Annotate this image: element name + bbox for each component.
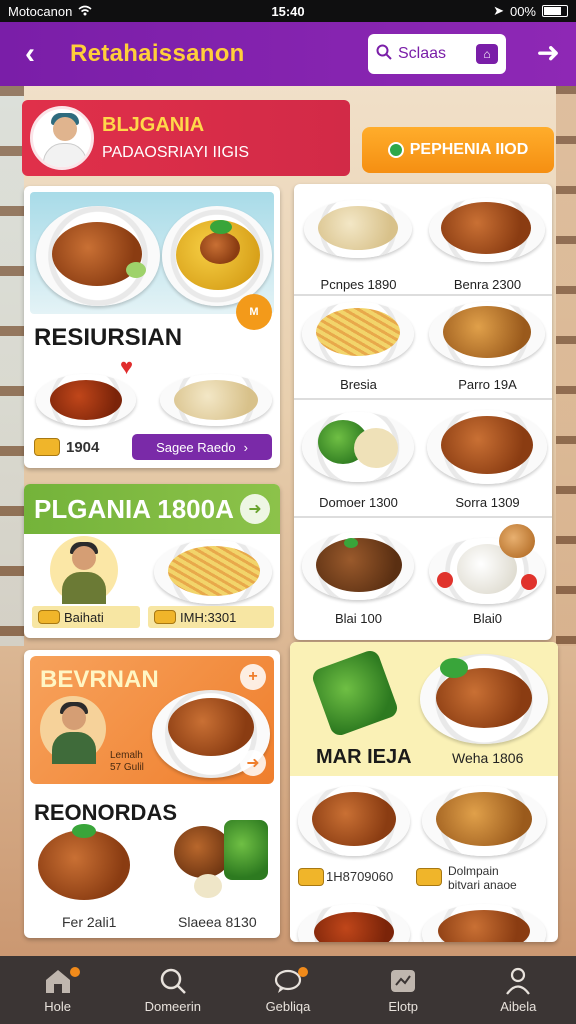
reonordas-item1: Fer 2ali1 [62,914,117,930]
tab-label: Hole [44,998,71,1014]
dish-item[interactable]: Parro 19A [423,284,552,398]
plgania-header: PLGANIA 1800A ➜ [24,484,280,534]
wallet-icon [38,610,60,624]
avatar [30,106,94,170]
tab-label: Elotp [388,998,418,1014]
reonordas-title: REONORDAS [34,800,178,825]
plgania-code: IMH:3301 [180,609,237,625]
hero-image [30,192,274,314]
order-button-label: Sagee Raedo [156,439,236,455]
bevrnan-card[interactable]: BEVRNAN + Lemalh 57 Gulil ➜ REONORDAS Fe… [24,650,280,938]
tag-icon [388,967,418,995]
dish-item[interactable]: Benra 2300 [423,184,552,298]
user-icon [503,967,533,995]
app-header: ‹ Retahaissanon Sclaas ⌂ ➜ [0,22,576,86]
dish-item[interactable]: Blai 100 [294,518,423,632]
home-icon: ⌂ [476,44,498,64]
background-window [0,86,24,646]
wallet-icon [416,868,442,886]
profile-subtitle: PADAOSRIAYI IIGIS [102,144,249,161]
restaurant-title: RESIURSIAN [34,324,183,351]
dish-item[interactable]: Blai0 [423,518,552,632]
dish-label: Blai0 [473,611,502,626]
status-bar: Motocanon 15:40 ➤ 00% [0,0,576,22]
forward-button[interactable]: ➜ [537,36,560,69]
battery-icon [542,5,568,17]
clock: 15:40 [271,3,305,19]
bevrnan-sub1: Lemalh [110,750,143,761]
notification-dot [69,966,80,977]
search-button[interactable]: Sclaas ⌂ [368,34,506,74]
app-title: Retahaissanon [70,40,245,67]
dish-item[interactable]: Pcnpes 1890 [294,184,423,298]
dish-label: Parro 19A [458,377,517,392]
plgania-code-tag: IMH:3301 [148,606,274,628]
home-icon [43,967,73,995]
background-wall [556,86,576,646]
search-icon [158,967,188,995]
grid-divider [294,398,552,400]
plus-icon[interactable]: + [240,664,266,690]
arrow-right-icon[interactable]: ➜ [240,750,266,776]
dish-grid: Pcnpes 1890 Benra 2300 Bresia Parro 19A … [294,184,552,640]
restaurant-card[interactable]: M RESIURSIAN ♥ 1904 Sagee Raedo › [24,186,280,468]
marieja-banner: MAR IEJA Weha 1806 [290,642,558,776]
marieja-desc1: Dolmpain [448,864,499,878]
marieja-title: MAR IEJA [316,746,412,768]
chef-avatar [50,536,118,604]
tab-profile[interactable]: Aibela [470,967,566,1014]
arrow-right-icon[interactable]: ➜ [240,494,270,524]
dish-label: Sorra 1309 [455,495,520,510]
marieja-code: 1H8709060 [326,869,394,884]
tab-chat[interactable]: Gebliqa [240,966,336,1014]
profile-name: BLJGANIA [102,114,205,136]
marieja-desc2: bitvari anaoe [448,878,517,892]
chevron-left-icon: ‹ [25,37,35,70]
tab-search[interactable]: Domeerin [125,967,221,1014]
tab-label: Gebliqa [265,998,311,1014]
promo-button[interactable]: PEPHENIA IIOD [362,127,554,173]
search-icon [376,44,392,65]
promo-dot-icon [387,142,404,158]
restaurant-badge: M [236,294,272,330]
dish-item[interactable]: Bresia [294,284,423,398]
server-avatar [40,696,106,764]
chevron-right-icon: › [243,439,248,455]
tab-label: Domeerin [144,998,201,1014]
dish-label: Bresia [340,377,377,392]
notification-dot [297,966,308,977]
chef-tag: Baihati [32,606,140,628]
dish-label: Blai 100 [335,611,382,626]
bevrnan-sub2: 57 Gulil [110,762,144,773]
promo-label: PEPHENIA IIOD [409,141,529,158]
reonordas-item2: Slaeea 8130 [178,914,257,930]
search-label: Sclaas [398,45,447,62]
dish-item[interactable]: Sorra 1309 [423,402,552,516]
wallet-icon [298,868,324,886]
dish-item[interactable]: Domoer 1300 [294,402,423,516]
wallet-icon [154,610,176,624]
profile-banner[interactable]: BLJGANIA PADAOSRIAYI IIGIS [22,100,350,176]
tab-tag[interactable]: Elotp [355,967,451,1014]
chef-name: Baihati [64,609,104,625]
order-button[interactable]: Sagee Raedo › [132,434,272,460]
tab-label: Aibela [500,998,537,1014]
tab-home[interactable]: Hole [10,966,106,1014]
bevrnan-title: BEVRNAN [40,666,159,693]
heart-icon[interactable]: ♥ [120,354,133,380]
bottom-tab-bar: Hole Domeerin Gebliqa Elotp Aibela [0,956,576,1024]
plgania-title: PLGANIA 1800A [34,494,234,524]
marieja-price: Weha 1806 [452,750,524,766]
dish-label: Domoer 1300 [319,495,398,510]
marieja-card[interactable]: MAR IEJA Weha 1806 1H8709060 Dolmpain bi… [290,642,558,942]
wallet-icon [34,438,60,456]
back-button[interactable]: ‹ [14,37,46,70]
plgania-card[interactable]: PLGANIA 1800A ➜ Baihati IMH:3301 [24,484,280,638]
arrow-right-icon: ➜ [536,37,560,68]
restaurant-price: 1904 [66,439,100,456]
bevrnan-banner: BEVRNAN + Lemalh 57 Gulil ➜ [30,656,274,784]
